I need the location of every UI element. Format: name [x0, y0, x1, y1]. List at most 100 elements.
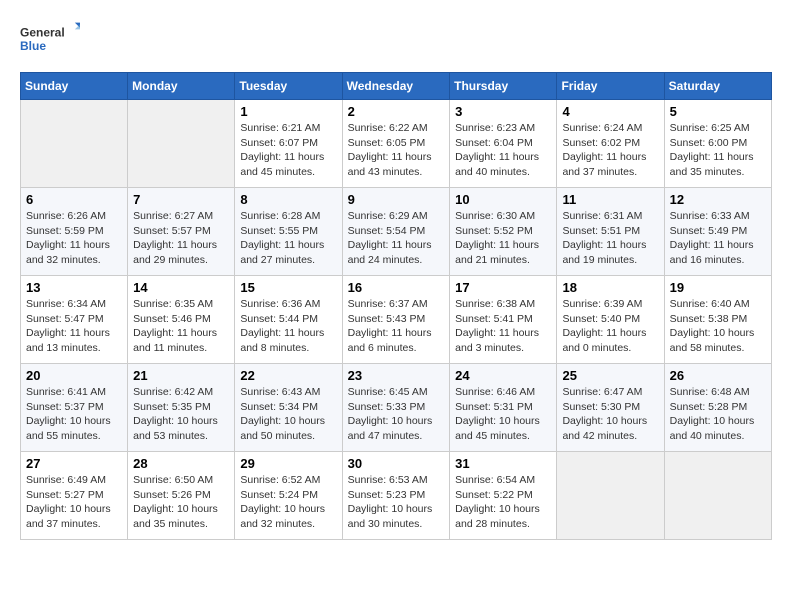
day-number: 2 — [348, 104, 445, 119]
calendar-cell: 8 Sunrise: 6:28 AMSunset: 5:55 PMDaylight… — [235, 188, 342, 276]
calendar-cell: 31 Sunrise: 6:54 AMSunset: 5:22 PMDayligh… — [450, 452, 557, 540]
calendar-cell: 17 Sunrise: 6:38 AMSunset: 5:41 PMDayligh… — [450, 276, 557, 364]
day-number: 7 — [133, 192, 229, 207]
day-info: Sunrise: 6:40 AMSunset: 5:38 PMDaylight:… — [670, 297, 766, 356]
day-number: 21 — [133, 368, 229, 383]
calendar-cell: 14Sunrise: 6:35 AMSunset: 5:46 PMDayligh… — [128, 276, 235, 364]
day-number: 31 — [455, 456, 551, 471]
day-number: 1 — [240, 104, 336, 119]
day-info: Sunrise: 6:30 AMSunset: 5:52 PMDaylight:… — [455, 209, 551, 268]
day-number: 12 — [670, 192, 766, 207]
day-number: 6 — [26, 192, 122, 207]
calendar-cell: 30 Sunrise: 6:53 AMSunset: 5:23 PMDayligh… — [342, 452, 450, 540]
day-info: Sunrise: 6:22 AMSunset: 6:05 PMDaylight:… — [348, 121, 445, 180]
day-info: Sunrise: 6:28 AMSunset: 5:55 PMDaylight:… — [240, 209, 336, 268]
day-info: Sunrise: 6:43 AMSunset: 5:34 PMDaylight:… — [240, 385, 336, 444]
day-number: 22 — [240, 368, 336, 383]
calendar-cell: 16 Sunrise: 6:37 AMSunset: 5:43 PMDayligh… — [342, 276, 450, 364]
calendar-cell: 7 Sunrise: 6:27 AMSunset: 5:57 PMDaylight… — [128, 188, 235, 276]
day-number: 18 — [562, 280, 658, 295]
day-of-week-header: Wednesday — [342, 73, 450, 100]
day-of-week-header: Tuesday — [235, 73, 342, 100]
day-of-week-header: Friday — [557, 73, 664, 100]
day-of-week-header: Monday — [128, 73, 235, 100]
svg-text:Blue: Blue — [20, 39, 46, 53]
day-info: Sunrise: 6:45 AMSunset: 5:33 PMDaylight:… — [348, 385, 445, 444]
day-of-week-header: Thursday — [450, 73, 557, 100]
calendar-cell: 19 Sunrise: 6:40 AMSunset: 5:38 PMDayligh… — [664, 276, 771, 364]
calendar-cell: 12 Sunrise: 6:33 AMSunset: 5:49 PMDayligh… — [664, 188, 771, 276]
day-info: Sunrise: 6:24 AMSunset: 6:02 PMDaylight:… — [562, 121, 658, 180]
calendar-cell: 1Sunrise: 6:21 AMSunset: 6:07 PMDaylight… — [235, 100, 342, 188]
day-info: Sunrise: 6:37 AMSunset: 5:43 PMDaylight:… — [348, 297, 445, 356]
day-info: Sunrise: 6:36 AMSunset: 5:44 PMDaylight:… — [240, 297, 336, 356]
calendar-cell: 3Sunrise: 6:23 AMSunset: 6:04 PMDaylight… — [450, 100, 557, 188]
day-number: 11 — [562, 192, 658, 207]
day-number: 9 — [348, 192, 445, 207]
day-number: 28 — [133, 456, 229, 471]
calendar-header-row: SundayMondayTuesdayWednesdayThursdayFrid… — [21, 73, 772, 100]
day-info: Sunrise: 6:53 AMSunset: 5:23 PMDaylight:… — [348, 473, 445, 532]
day-info: Sunrise: 6:39 AMSunset: 5:40 PMDaylight:… — [562, 297, 658, 356]
calendar-week-row: 20 Sunrise: 6:41 AMSunset: 5:37 PMDayligh… — [21, 364, 772, 452]
calendar-week-row: 13 Sunrise: 6:34 AMSunset: 5:47 PMDayligh… — [21, 276, 772, 364]
calendar-cell — [664, 452, 771, 540]
day-of-week-header: Saturday — [664, 73, 771, 100]
day-info: Sunrise: 6:46 AMSunset: 5:31 PMDaylight:… — [455, 385, 551, 444]
day-info: Sunrise: 6:49 AMSunset: 5:27 PMDaylight:… — [26, 473, 122, 532]
calendar-cell: 25 Sunrise: 6:47 AMSunset: 5:30 PMDayligh… — [557, 364, 664, 452]
day-info: Sunrise: 6:42 AMSunset: 5:35 PMDaylight:… — [133, 385, 229, 444]
day-info: Sunrise: 6:35 AMSunset: 5:46 PMDaylight:… — [133, 297, 229, 356]
calendar-cell: 11 Sunrise: 6:31 AMSunset: 5:51 PMDayligh… — [557, 188, 664, 276]
day-info: Sunrise: 6:34 AMSunset: 5:47 PMDaylight:… — [26, 297, 122, 356]
day-number: 25 — [562, 368, 658, 383]
calendar-cell: 9 Sunrise: 6:29 AMSunset: 5:54 PMDaylight… — [342, 188, 450, 276]
calendar-cell: 4 Sunrise: 6:24 AMSunset: 6:02 PMDaylight… — [557, 100, 664, 188]
day-info: Sunrise: 6:41 AMSunset: 5:37 PMDaylight:… — [26, 385, 122, 444]
day-number: 29 — [240, 456, 336, 471]
calendar-cell — [128, 100, 235, 188]
calendar-week-row: 27 Sunrise: 6:49 AMSunset: 5:27 PMDayligh… — [21, 452, 772, 540]
calendar-cell: 22 Sunrise: 6:43 AMSunset: 5:34 PMDayligh… — [235, 364, 342, 452]
day-number: 27 — [26, 456, 122, 471]
day-number: 19 — [670, 280, 766, 295]
calendar-table: SundayMondayTuesdayWednesdayThursdayFrid… — [20, 72, 772, 540]
day-info: Sunrise: 6:29 AMSunset: 5:54 PMDaylight:… — [348, 209, 445, 268]
day-info: Sunrise: 6:23 AMSunset: 6:04 PMDaylight:… — [455, 121, 551, 180]
day-info: Sunrise: 6:54 AMSunset: 5:22 PMDaylight:… — [455, 473, 551, 532]
day-number: 16 — [348, 280, 445, 295]
calendar-cell: 29 Sunrise: 6:52 AMSunset: 5:24 PMDayligh… — [235, 452, 342, 540]
day-number: 26 — [670, 368, 766, 383]
svg-text:General: General — [20, 25, 65, 39]
calendar-cell: 6 Sunrise: 6:26 AMSunset: 5:59 PMDaylight… — [21, 188, 128, 276]
day-number: 20 — [26, 368, 122, 383]
day-info: Sunrise: 6:31 AMSunset: 5:51 PMDaylight:… — [562, 209, 658, 268]
calendar-cell: 28 Sunrise: 6:50 AMSunset: 5:26 PMDayligh… — [128, 452, 235, 540]
calendar-cell — [557, 452, 664, 540]
day-info: Sunrise: 6:26 AMSunset: 5:59 PMDaylight:… — [26, 209, 122, 268]
calendar-cell: 20 Sunrise: 6:41 AMSunset: 5:37 PMDayligh… — [21, 364, 128, 452]
day-number: 13 — [26, 280, 122, 295]
logo: General Blue — [20, 20, 80, 56]
calendar-cell: 5Sunrise: 6:25 AMSunset: 6:00 PMDaylight… — [664, 100, 771, 188]
day-info: Sunrise: 6:47 AMSunset: 5:30 PMDaylight:… — [562, 385, 658, 444]
day-info: Sunrise: 6:38 AMSunset: 5:41 PMDaylight:… — [455, 297, 551, 356]
day-number: 24 — [455, 368, 551, 383]
calendar-cell: 21 Sunrise: 6:42 AMSunset: 5:35 PMDayligh… — [128, 364, 235, 452]
day-info: Sunrise: 6:27 AMSunset: 5:57 PMDaylight:… — [133, 209, 229, 268]
calendar-cell: 15Sunrise: 6:36 AMSunset: 5:44 PMDayligh… — [235, 276, 342, 364]
day-number: 5 — [670, 104, 766, 119]
day-info: Sunrise: 6:50 AMSunset: 5:26 PMDaylight:… — [133, 473, 229, 532]
day-number: 17 — [455, 280, 551, 295]
day-info: Sunrise: 6:48 AMSunset: 5:28 PMDaylight:… — [670, 385, 766, 444]
day-number: 30 — [348, 456, 445, 471]
day-info: Sunrise: 6:33 AMSunset: 5:49 PMDaylight:… — [670, 209, 766, 268]
calendar-cell: 13 Sunrise: 6:34 AMSunset: 5:47 PMDayligh… — [21, 276, 128, 364]
logo-svg: General Blue — [20, 20, 80, 56]
page-header: General Blue — [20, 20, 772, 56]
day-number: 8 — [240, 192, 336, 207]
day-number: 10 — [455, 192, 551, 207]
calendar-cell: 27 Sunrise: 6:49 AMSunset: 5:27 PMDayligh… — [21, 452, 128, 540]
day-number: 4 — [562, 104, 658, 119]
day-info: Sunrise: 6:52 AMSunset: 5:24 PMDaylight:… — [240, 473, 336, 532]
